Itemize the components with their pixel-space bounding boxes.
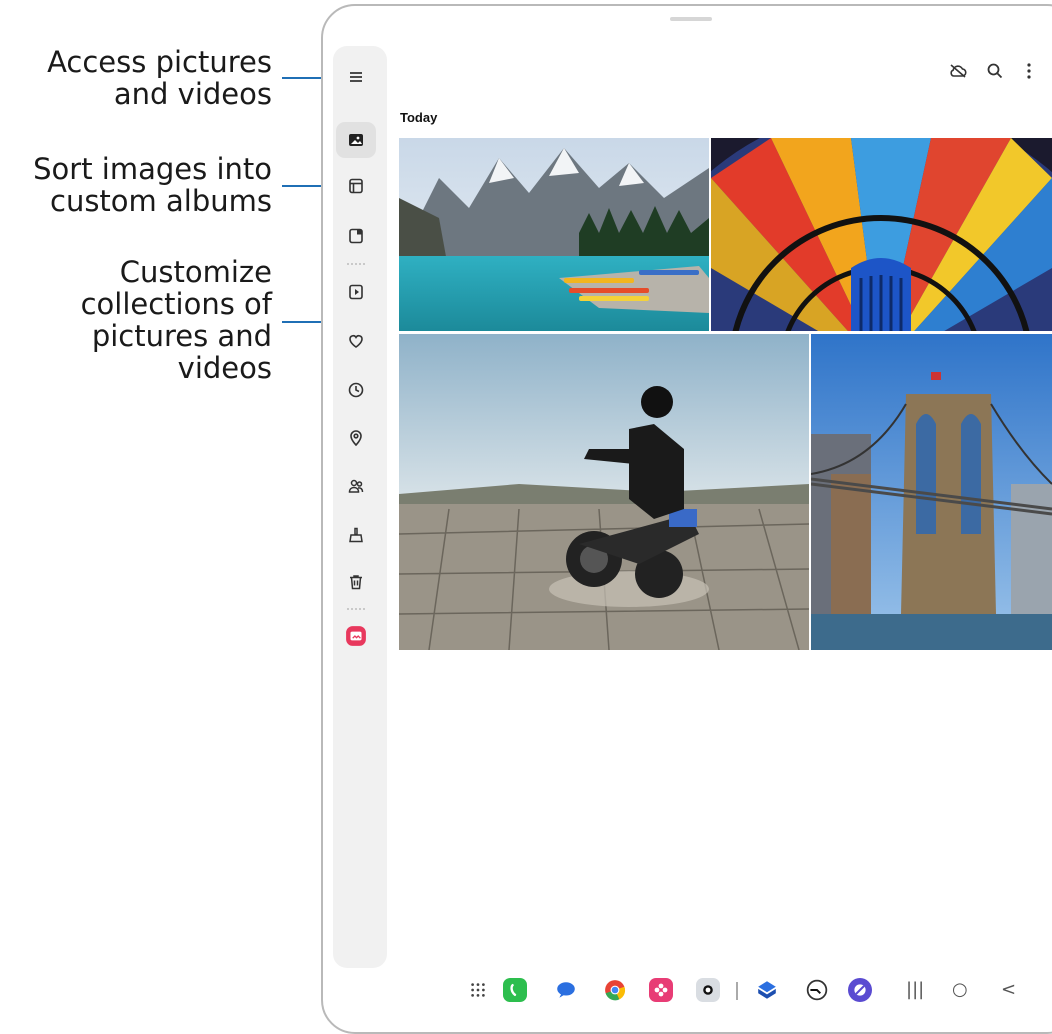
callout-line: Access pictures [47, 45, 272, 79]
callout-line: videos [177, 351, 272, 385]
more-options-icon[interactable] [1016, 58, 1042, 84]
people-icon[interactable] [341, 471, 371, 501]
pictures-icon[interactable] [336, 122, 376, 158]
samsung-notes-icon[interactable] [848, 978, 872, 1002]
search-icon[interactable] [982, 58, 1008, 84]
recents-icon[interactable]: ||| [906, 979, 924, 1000]
shared-icon[interactable] [341, 277, 371, 307]
phone-icon[interactable] [503, 978, 527, 1002]
menu-icon[interactable] [341, 62, 371, 92]
back-icon[interactable]: < [1001, 979, 1016, 1000]
cloud-off-icon[interactable] [945, 58, 971, 84]
callout-line: custom albums [50, 184, 272, 218]
callout-line: collections of [80, 287, 272, 321]
callout-line: Customize [119, 255, 272, 289]
taskbar-divider [736, 982, 738, 1000]
section-title-today: Today [400, 110, 438, 125]
favorites-icon[interactable] [341, 326, 371, 356]
home-icon[interactable]: ○ [952, 979, 968, 1000]
photo-thumbnail[interactable] [711, 138, 1052, 331]
chrome-icon[interactable] [603, 978, 627, 1002]
camera-icon[interactable] [696, 978, 720, 1002]
callout-access-pictures: Access pictures and videos [47, 46, 272, 110]
callout-line: pictures and [91, 319, 272, 353]
callout-custom-albums: Sort images into custom albums [33, 153, 272, 217]
locations-icon[interactable] [341, 423, 371, 453]
photo-thumbnail[interactable] [811, 334, 1052, 650]
cleanup-icon[interactable] [341, 520, 371, 550]
gallery-app-icon[interactable] [341, 621, 371, 651]
stories-icon[interactable] [341, 221, 371, 251]
store-icon[interactable] [755, 978, 779, 1002]
divider [347, 608, 365, 610]
photo-thumbnail[interactable] [399, 138, 709, 331]
bixby-icon[interactable] [649, 978, 673, 1002]
callout-stories: Customize collections of pictures and vi… [81, 256, 272, 384]
trash-icon[interactable] [341, 567, 371, 597]
callout-line: and videos [113, 77, 272, 111]
albums-icon[interactable] [341, 171, 371, 201]
clock-icon[interactable] [805, 978, 829, 1002]
messages-icon[interactable] [554, 978, 578, 1002]
photo-thumbnail[interactable] [399, 334, 809, 650]
recent-icon[interactable] [341, 375, 371, 405]
divider [347, 263, 365, 265]
apps-grid-icon[interactable] [466, 978, 490, 1002]
callout-line: Sort images into [33, 152, 272, 186]
drag-handle[interactable] [670, 17, 712, 21]
